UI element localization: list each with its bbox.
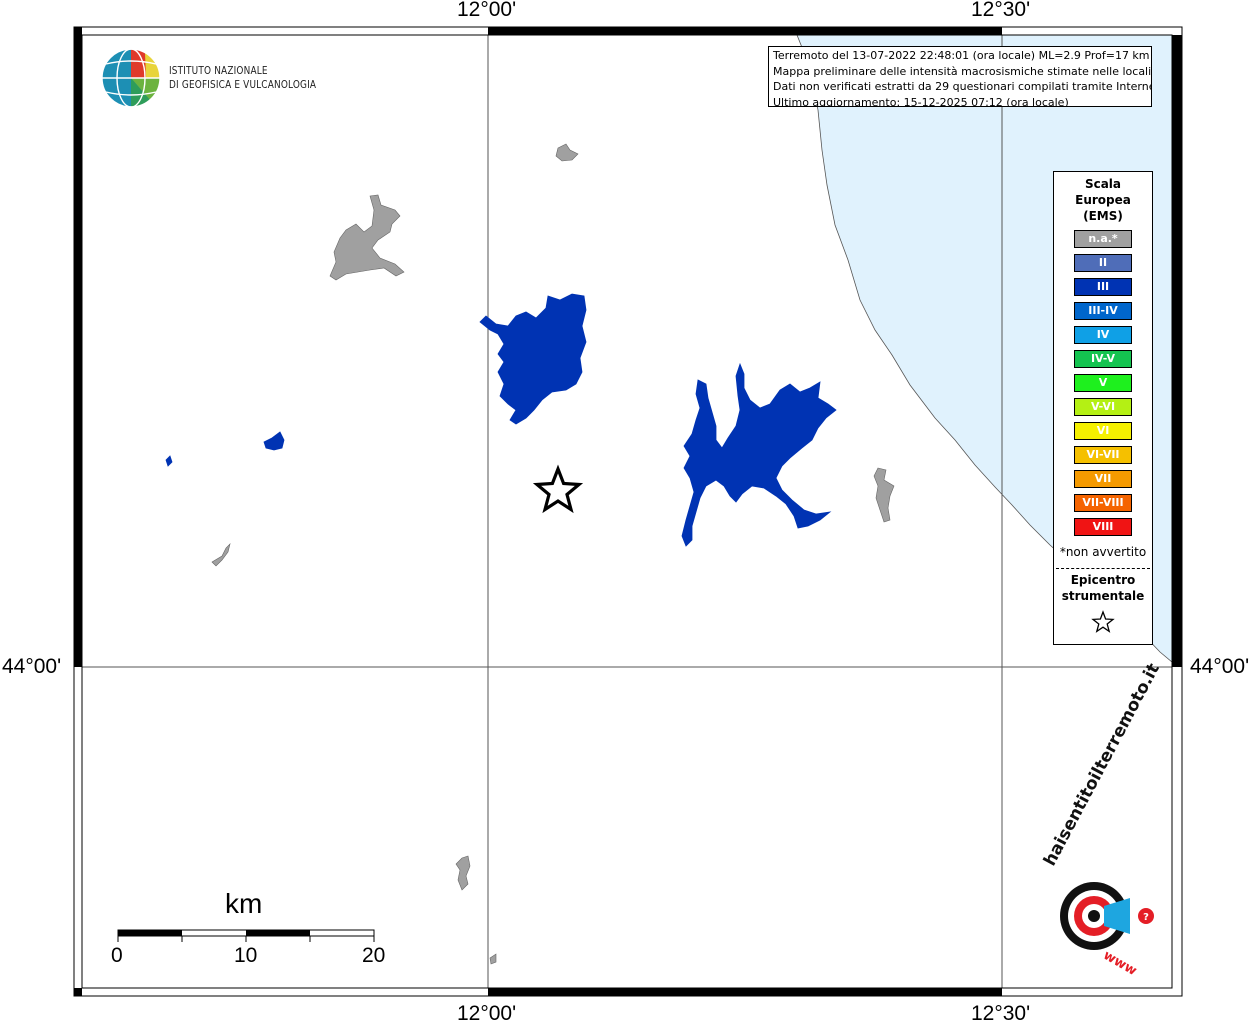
legend-item-ii: II xyxy=(1074,254,1132,272)
ingv-name: ISTITUTO NAZIONALE DI GEOFISICA E VULCAN… xyxy=(169,64,316,92)
legend-item-iv-v: IV-V xyxy=(1074,350,1132,368)
legend-item-viii: VIII xyxy=(1074,518,1132,536)
tick-bottom-12-00: 12°00' xyxy=(457,1002,517,1025)
legend-item-vi: VI xyxy=(1074,422,1132,440)
legend-epicenter-label: Epicentro strumentale xyxy=(1054,572,1152,604)
ingv-name-line2: DI GEOFISICA E VULCANOLOGIA xyxy=(169,79,317,91)
legend-title-line3: (EMS) xyxy=(1083,209,1123,223)
legend-note: *non avvertito xyxy=(1059,545,1147,559)
scale-label-0: 0 xyxy=(111,944,123,967)
tick-right-44-00: 44°00' xyxy=(1190,655,1250,678)
legend-epicenter-line1: Epicentro xyxy=(1070,573,1136,587)
legend-item-vi-vii: VI-VII xyxy=(1074,446,1132,464)
legend-item-vii: VII xyxy=(1074,470,1132,488)
legend-divider xyxy=(1056,568,1150,569)
legend-item-iv: IV xyxy=(1074,326,1132,344)
event-info-line4: Ultimo aggiornamento: 15-12-2025 07:12 (… xyxy=(773,95,1069,107)
tick-bottom-12-30: 12°30' xyxy=(971,1002,1031,1025)
ems-legend: Scala Europea (EMS) n.a.* II III III-IV IV IV… xyxy=(1053,171,1153,645)
tick-top-12-30: 12°30' xyxy=(971,0,1031,21)
event-info-line2: Mappa preliminare delle intensità macros… xyxy=(773,64,1152,78)
event-info-box: Terremoto del 13-07-2022 22:48:01 (ora l… xyxy=(768,46,1152,107)
scale-label-10: 10 xyxy=(234,944,258,967)
legend-star-icon xyxy=(1091,610,1115,633)
scale-label-20: 20 xyxy=(362,944,386,967)
legend-item-iii-iv: III-IV xyxy=(1074,302,1132,320)
legend-title-line2: Europea xyxy=(1075,193,1131,207)
ingv-name-line1: ISTITUTO NAZIONALE xyxy=(169,65,268,77)
legend-item-v: V xyxy=(1074,374,1132,392)
legend-item-v-vi: V-VI xyxy=(1074,398,1132,416)
event-info-line3: Dati non verificati estratti da 29 quest… xyxy=(773,80,1152,93)
scale-unit: km xyxy=(225,888,263,919)
event-info-line1: Terremoto del 13-07-2022 22:48:01 (ora l… xyxy=(773,49,1150,62)
svg-text:?: ? xyxy=(1143,912,1149,923)
legend-epicenter-line2: strumentale xyxy=(1061,589,1145,603)
legend-item-n-a: n.a.* xyxy=(1074,230,1132,248)
tick-left-44-00: 44°00' xyxy=(2,655,62,678)
legend-title-line1: Scala xyxy=(1084,177,1122,191)
legend-item-iii: III xyxy=(1074,278,1132,296)
legend-item-vii-viii: VII-VIII xyxy=(1074,494,1132,512)
tick-top-12-00: 12°00' xyxy=(457,0,517,21)
legend-title: Scala Europea (EMS) xyxy=(1054,176,1152,224)
ingv-logo-icon xyxy=(101,48,161,108)
